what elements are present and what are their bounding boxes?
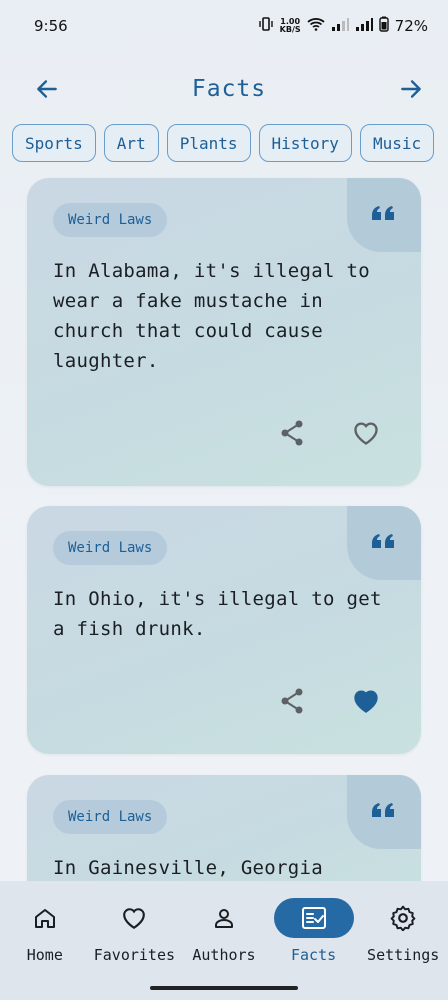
fact-card[interactable]: Weird Laws In Alabama, it's illegal to w… [27,178,421,486]
quote-badge [347,506,421,580]
fact-card[interactable]: Weird Laws In Ohio, it's illegal to get … [27,506,421,754]
fact-text: In Gainesville, Georgia [53,857,323,879]
status-time: 9:56 [34,17,68,35]
back-button[interactable] [32,74,62,104]
home-indicator[interactable] [150,986,298,990]
nav-settings[interactable]: Settings [359,898,448,964]
category-tag: Weird Laws [53,203,168,237]
category-tag: Weird Laws [53,531,168,565]
nav-label: Home [26,946,63,964]
chip-art[interactable]: Art [103,124,159,162]
heart-outline-icon [354,422,378,445]
net-speed: 1.00 KB/S [280,18,301,34]
favorite-button[interactable] [351,418,381,448]
signal-icon-2 [355,17,373,35]
nav-label: Settings [367,946,440,964]
card-actions [277,418,381,448]
nav-label: Authors [192,946,256,964]
nav-favorites[interactable]: Favorites [90,898,179,964]
heart-icon [123,908,146,930]
person-icon [214,909,233,928]
share-icon [281,688,303,714]
nav-authors[interactable]: Authors [179,898,268,964]
share-button[interactable] [277,418,307,448]
page-title: Facts [191,76,267,102]
status-icons: 1.00 KB/S 72% [258,16,428,36]
net-speed-unit: KB/S [279,25,301,34]
fact-text: In Ohio, it's illegal to get a fish drun… [53,588,382,640]
nav-label: Favorites [93,946,176,964]
chip-sports[interactable]: Sports [12,124,96,162]
wifi-icon [307,17,325,35]
top-app-bar: Facts [0,62,448,116]
chip-music[interactable]: Music [359,124,435,162]
arrow-left-icon [37,80,57,98]
arrow-right-icon [401,80,421,98]
heart-filled-icon [354,690,378,713]
battery-percent: 72% [394,17,428,35]
signal-icon [331,17,349,35]
share-button[interactable] [277,686,307,716]
quote-icon [372,534,394,548]
favorite-button[interactable] [351,686,381,716]
home-icon [34,909,55,928]
card-actions [277,686,381,716]
chip-plants[interactable]: Plants [166,124,251,162]
gear-icon [390,905,416,931]
status-bar: 9:56 1.00 KB/S 72% [0,0,448,52]
facts-icon [301,907,326,929]
bottom-navigation: Home Favorites Authors Facts Settings [0,881,448,980]
quote-icon [372,803,394,817]
quote-badge [347,178,421,252]
fact-text: In Alabama, it's illegal to wear a fake … [53,260,370,372]
nav-label: Facts [291,946,337,964]
gesture-bar [0,980,448,1000]
forward-button[interactable] [396,74,426,104]
vibrate-icon [258,16,274,36]
share-icon [281,420,303,446]
chip-history[interactable]: History [258,124,352,162]
battery-icon [378,16,389,36]
nav-home[interactable]: Home [0,898,89,964]
category-chips: Sports Art Plants History Music [12,124,448,164]
quote-icon [372,206,394,220]
category-tag: Weird Laws [53,800,168,834]
quote-badge [347,775,421,849]
nav-facts[interactable]: Facts [269,898,358,964]
